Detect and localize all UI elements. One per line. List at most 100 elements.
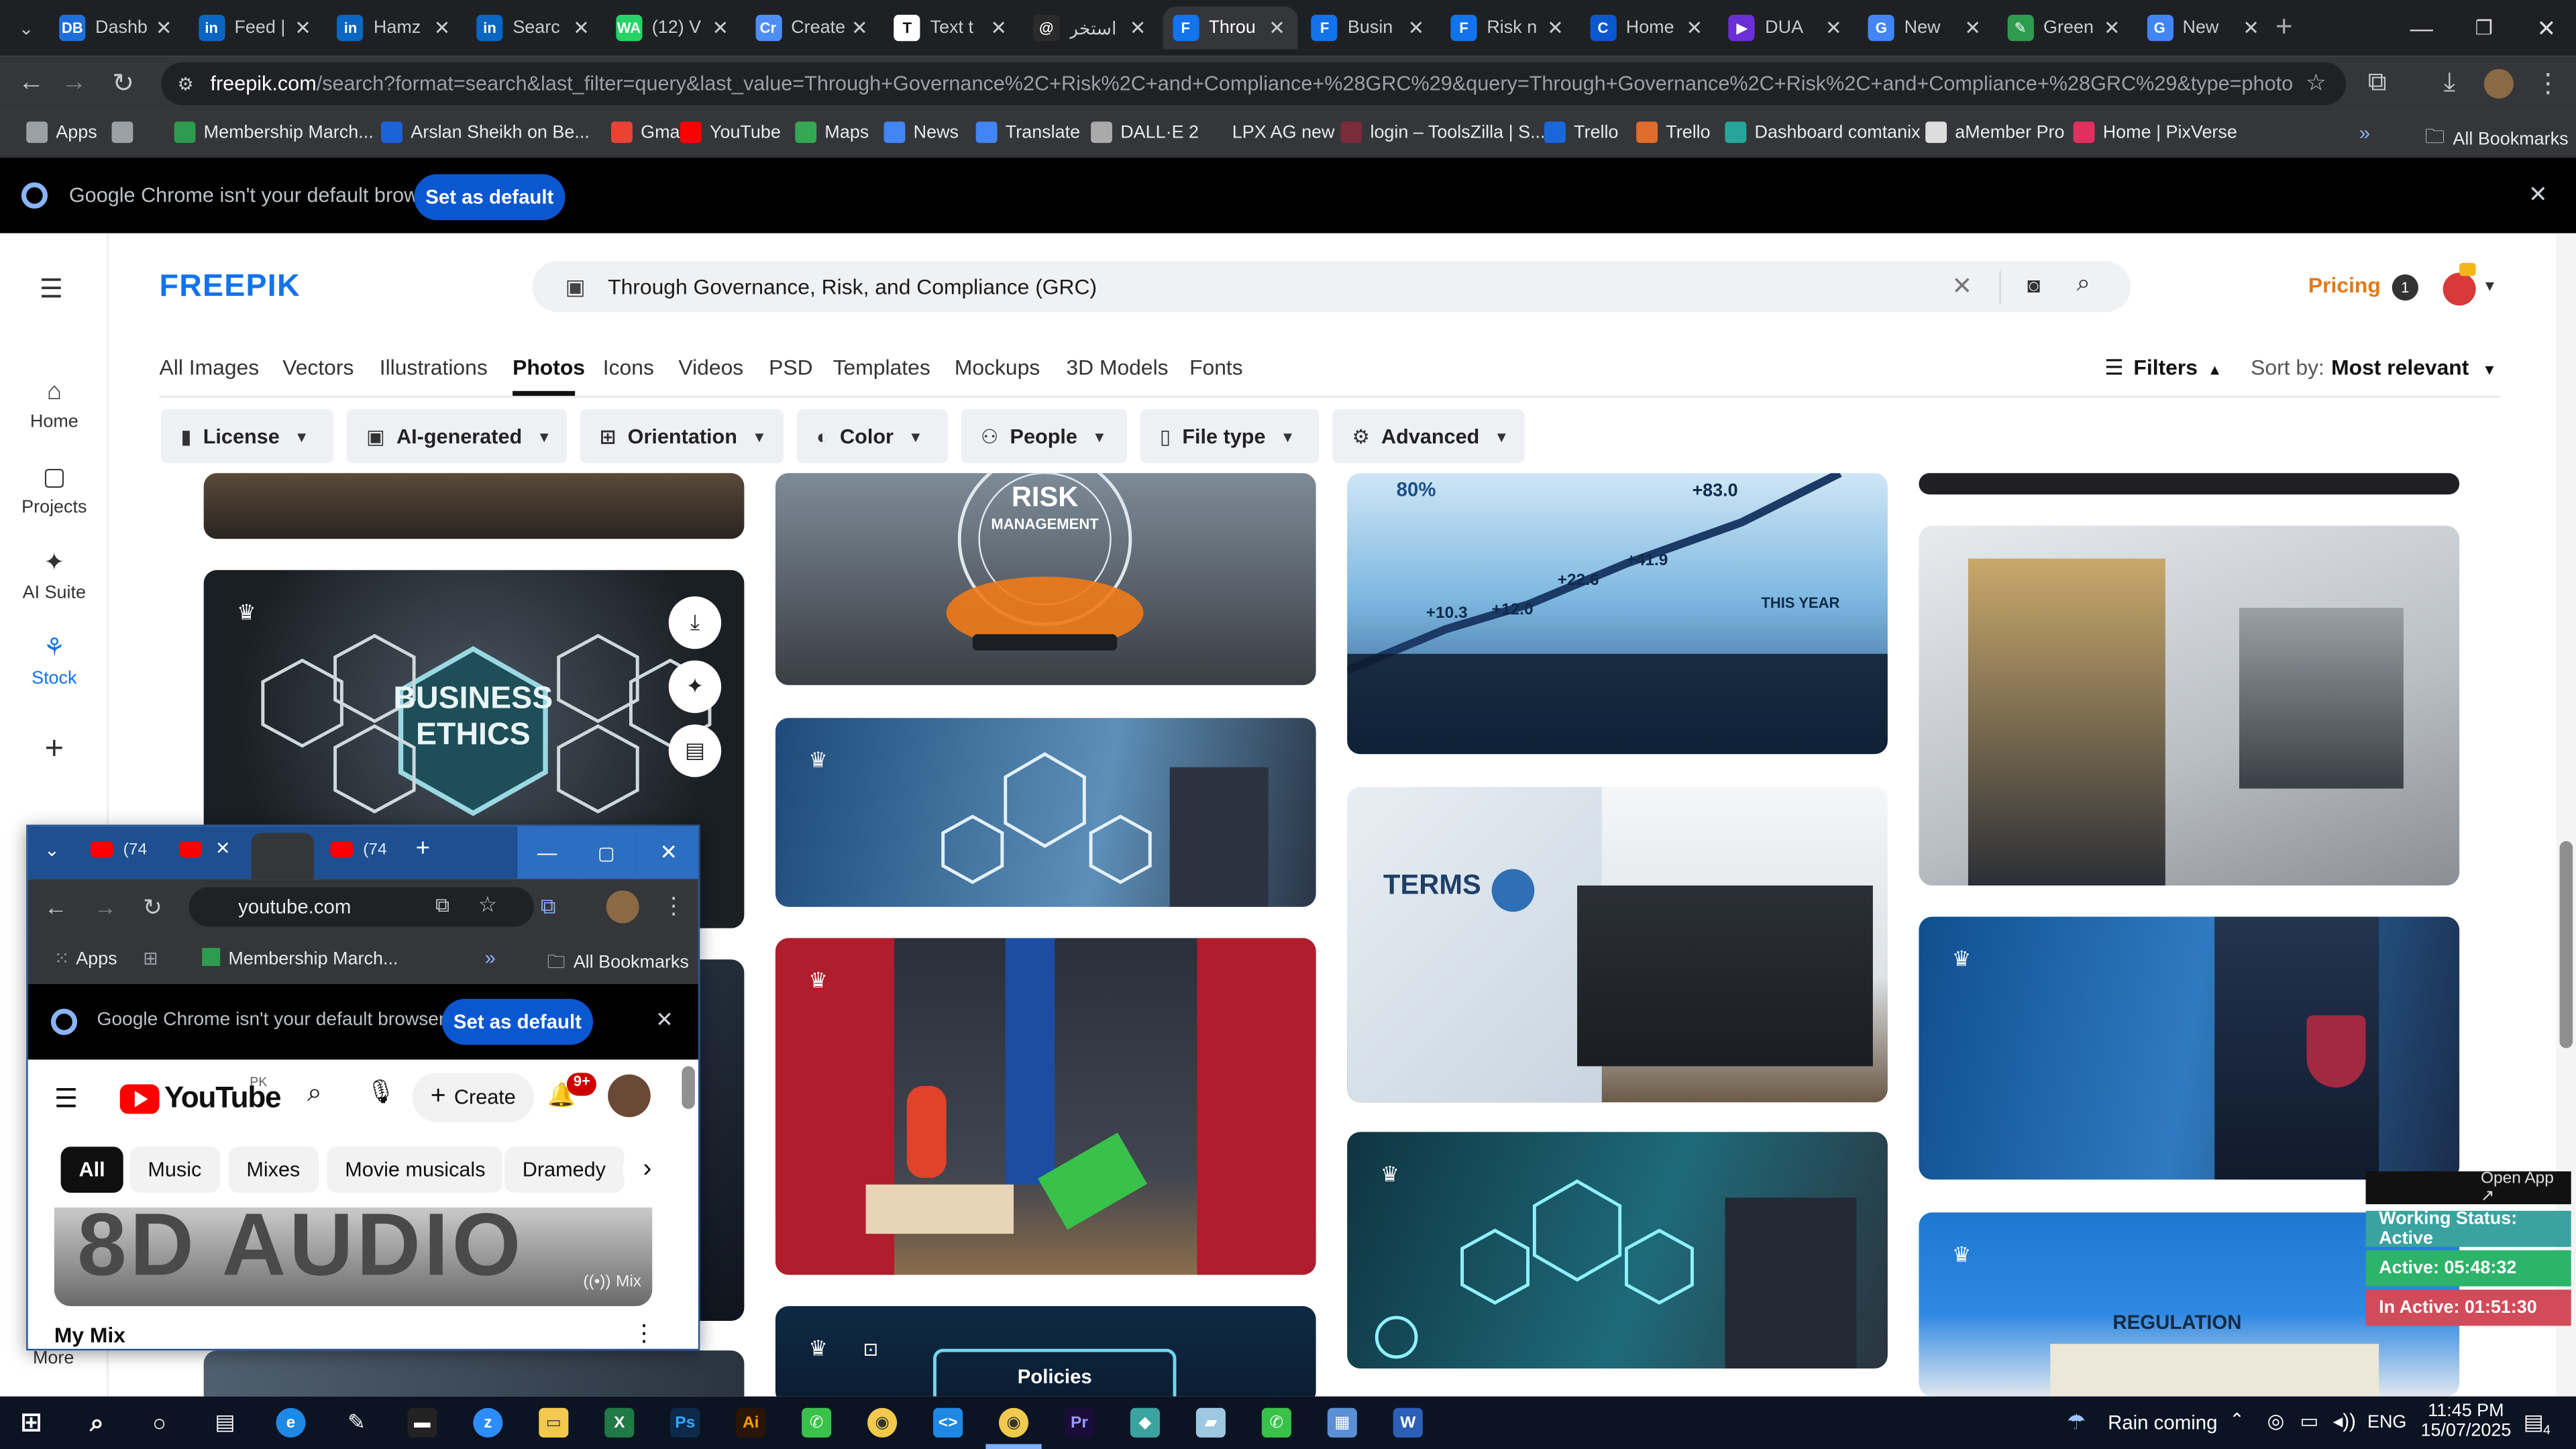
chrome-menu-icon[interactable]: ⋮ [2533, 69, 2563, 99]
yt-omnibox[interactable]: youtube.com ⧉ ☆ [189, 887, 534, 927]
save-to-folder-icon[interactable]: ▤ [668, 724, 722, 777]
notification-icon[interactable]: 1 [2392, 274, 2418, 301]
sort-select[interactable]: Most relevant ▼ [2331, 355, 2497, 380]
tab-mockups[interactable]: Mockups [955, 355, 1040, 380]
video-more-icon[interactable]: ⋮ [633, 1320, 655, 1348]
filter-color[interactable]: ◐ Color ▼ [796, 409, 949, 464]
bookmark-star-icon[interactable]: ☆ [2306, 69, 2326, 97]
side-nav-more[interactable]: More [33, 1349, 74, 1368]
bookmark-item[interactable]: News [883, 121, 959, 144]
yt-tab-4-label[interactable]: (74 [363, 841, 386, 859]
side-nav-home[interactable]: ⌂ Home [0, 374, 109, 432]
chips-next-icon[interactable]: › [623, 1144, 672, 1195]
video-thumbnail[interactable]: 8D AUDIO ((•)) Mix [54, 1208, 653, 1306]
bookmark-item[interactable]: Apps [26, 121, 97, 144]
bookmark-item[interactable]: Dashboard comtanix [1725, 121, 1921, 144]
browser-tab[interactable]: G New ✕ [1858, 7, 1994, 50]
tab-vectors[interactable]: Vectors [282, 355, 354, 380]
search-icon[interactable]: ⌕ [82, 1408, 111, 1438]
side-nav-projects[interactable]: ▢ Projects [0, 460, 109, 518]
bookmark-item[interactable]: YouTube [680, 121, 781, 144]
filter-file-type[interactable]: ▯ File type ▼ [1140, 409, 1320, 464]
image-search-icon[interactable]: ▣ [565, 274, 585, 301]
app-icon[interactable]: ◆ [1130, 1407, 1160, 1438]
reload-icon[interactable]: ↻ [143, 894, 162, 922]
image-card-red-figure[interactable]: ♛ [775, 938, 1316, 1275]
illustrator-icon[interactable]: Ai [736, 1407, 766, 1438]
image-card-risk-management[interactable]: RISK MANAGEMENT [775, 473, 1316, 686]
chip-mixes[interactable]: Mixes [228, 1146, 319, 1193]
freepik-logo[interactable]: FREEPIK [160, 270, 301, 306]
filters-button[interactable]: ☰ Filters ▲ [2104, 355, 2222, 381]
extensions-icon[interactable]: ⧉ [541, 894, 556, 920]
vscode-icon[interactable]: <> [933, 1407, 963, 1438]
search-icon[interactable]: ⌕ [307, 1079, 322, 1109]
close-tab-icon[interactable]: ✕ [1126, 16, 1149, 39]
image-card[interactable] [203, 1350, 745, 1397]
close-tab-icon[interactable]: ✕ [709, 16, 732, 39]
apps-grid-icon[interactable]: ⊞ [143, 948, 158, 969]
close-tab-icon[interactable]: ✕ [2100, 16, 2123, 39]
bookmark-item[interactable]: Arslan Sheikh on Be... [381, 121, 590, 144]
image-card-policies[interactable]: Policies ♛ ⊡ [775, 1305, 1316, 1397]
youtube-tab-icon[interactable] [178, 841, 203, 858]
all-bookmarks[interactable]: 🗀 All Bookmarks [2425, 121, 2569, 156]
site-info-icon[interactable]: ⚙ [177, 74, 197, 95]
chip-music[interactable]: Music [129, 1146, 220, 1193]
bookmarks-overflow-icon[interactable]: » [484, 947, 495, 969]
hamburger-icon[interactable]: ☰ [54, 1083, 78, 1116]
filter-license[interactable]: ▮ License ▼ [161, 409, 334, 464]
browser-tab[interactable]: T Text t ✕ [884, 7, 1020, 50]
browser-tab[interactable]: Cr Create ✕ [745, 7, 881, 50]
bookmark-item[interactable]: Trello [1544, 121, 1619, 144]
close-tab-icon[interactable]: ✕ [291, 16, 314, 39]
image-card-meeting[interactable] [1919, 525, 2460, 886]
image-card-business-chart[interactable]: 80% +83.0 +41.9 +22.6 +10.3 +12.0 THIS Y… [1347, 473, 1888, 755]
close-window-button[interactable]: ✕ [635, 826, 698, 879]
download-icon[interactable]: ⤓ [668, 596, 722, 649]
yt-scrollbar-thumb[interactable] [682, 1066, 695, 1110]
search-icon[interactable]: ⌕ [2077, 270, 2091, 298]
close-tab-icon[interactable]: ✕ [2239, 16, 2262, 39]
tray-chevron-icon[interactable]: ⌃ [2229, 1409, 2245, 1431]
close-tab-icon[interactable]: ✕ [848, 16, 871, 39]
chrome-icon[interactable]: ◉ [998, 1407, 1029, 1438]
image-card[interactable] [203, 473, 745, 539]
browser-tab[interactable]: ✎ Green ✕ [1997, 7, 2133, 50]
youtube-avatar[interactable] [608, 1074, 651, 1118]
bookmark-star-icon[interactable]: ☆ [478, 892, 498, 918]
browser-tab[interactable]: in Hamz ✕ [327, 7, 464, 50]
ai-edit-icon[interactable]: ✦ [668, 660, 722, 713]
chip-all[interactable]: All [60, 1146, 123, 1193]
video-title[interactable]: My Mix [54, 1322, 125, 1347]
browser-tab[interactable]: C Home ✕ [1580, 7, 1716, 50]
volume-icon[interactable]: ◂)) [2333, 1409, 2356, 1432]
chrome-icon[interactable]: ◉ [867, 1407, 898, 1438]
chip-dramedy[interactable]: Dramedy [504, 1146, 624, 1193]
back-icon[interactable]: ← [44, 894, 67, 920]
bookmark-item[interactable]: login – ToolsZilla | S... [1340, 121, 1546, 144]
search-bar[interactable]: ▣ Through Governance, Risk, and Complian… [532, 261, 2131, 313]
tab-illustrations[interactable]: Illustrations [380, 355, 488, 380]
bookmark-item[interactable]: LPX AG new [1202, 121, 1335, 144]
page-scrollbar-thumb[interactable] [2559, 841, 2573, 1049]
bookmark-item[interactable]: Translate [975, 121, 1080, 144]
forward-icon[interactable]: → [94, 894, 117, 920]
weather-label[interactable]: Rain coming [2108, 1411, 2217, 1434]
bookmark-item[interactable]: Trello [1636, 121, 1711, 144]
browser-tab[interactable]: DB Dashb ✕ [49, 7, 185, 50]
tab-all-images[interactable]: All Images [160, 355, 260, 380]
pricing-link[interactable]: Pricing [2308, 273, 2381, 298]
excel-icon[interactable]: X [604, 1407, 635, 1438]
tab-videos[interactable]: Videos [678, 355, 743, 380]
browser-tab[interactable]: in Searc ✕ [467, 7, 603, 50]
forward-icon[interactable]: → [59, 69, 89, 99]
close-tab-icon[interactable]: ✕ [1822, 16, 1845, 39]
side-nav-stock[interactable]: ⚘ Stock [0, 631, 109, 688]
close-window-button[interactable]: ✕ [2514, 0, 2576, 56]
photoshop-icon[interactable]: Ps [670, 1407, 700, 1438]
camera-icon[interactable]: ◙ [2027, 273, 2040, 298]
filter-orientation[interactable]: ⊞ Orientation ▼ [580, 409, 784, 464]
maximize-button[interactable]: ▢ [576, 826, 636, 879]
image-card-justice-network[interactable]: ♛ [775, 718, 1316, 907]
